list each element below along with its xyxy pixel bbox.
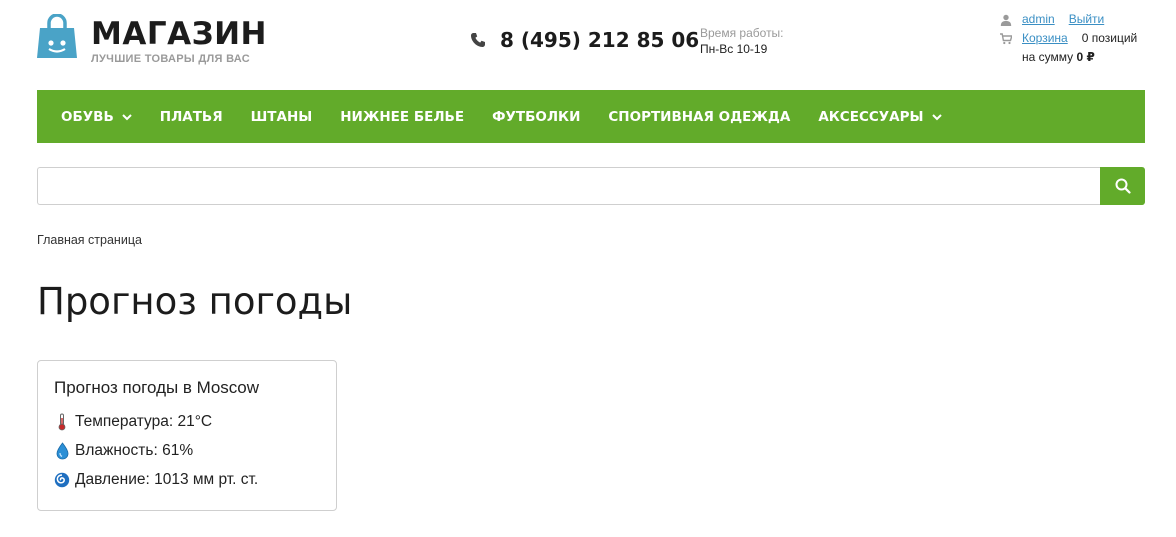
nav-item-shoes[interactable]: ОБУВЬ: [61, 109, 132, 125]
nav-item-label: ФУТБОЛКИ: [492, 108, 581, 125]
weather-pressure: Давление: 1013 мм рт. ст.: [54, 465, 320, 494]
nav-item-label: ОБУВЬ: [61, 108, 114, 125]
cart-icon: [1000, 32, 1012, 44]
user-icon: [1000, 14, 1012, 26]
nav-item-label: НИЖНЕЕ БЕЛЬЕ: [340, 108, 465, 125]
chevron-down-icon: [122, 113, 132, 120]
nav-item-label: ПЛАТЬЯ: [159, 108, 223, 125]
logo-subtitle: ЛУЧШИЕ ТОВАРЫ ДЛЯ ВАС: [91, 53, 250, 65]
phone-icon: [471, 33, 485, 47]
nav-item-label: АКСЕССУАРЫ: [818, 108, 924, 125]
cyclone-icon: [54, 471, 70, 489]
nav-item-accessories[interactable]: АКСЕССУАРЫ: [818, 108, 942, 125]
phone-number[interactable]: 8 (495) 212 85 06: [500, 28, 699, 52]
hours-value: Пн-Вс 10-19: [700, 42, 768, 56]
cart-sum: на сумму 0 ₽: [1022, 48, 1095, 67]
cart-link[interactable]: Корзина: [1022, 29, 1068, 48]
header: МАГАЗИН ЛУЧШИЕ ТОВАРЫ ДЛЯ ВАС 8 (495) 21…: [0, 0, 1176, 80]
search-button[interactable]: [1100, 167, 1145, 205]
weather-card: Прогноз погоды в Moscow Температура: 21°…: [37, 360, 337, 511]
nav-item-pants[interactable]: ШТАНЫ: [251, 109, 313, 125]
page-title: Прогноз погоды: [37, 280, 353, 323]
cart-sum-prefix: на сумму: [1022, 50, 1074, 64]
temperature-text: Температура: 21°C: [75, 412, 213, 430]
phone-block: 8 (495) 212 85 06: [470, 28, 699, 52]
search-input[interactable]: [37, 167, 1100, 205]
user-block: admin Выйти Корзина 0 позиций на сумму 0…: [1000, 10, 1170, 67]
search-icon: [1115, 178, 1131, 194]
pressure-text: Давление: 1013 мм рт. ст.: [75, 470, 259, 488]
logout-link[interactable]: Выйти: [1069, 10, 1105, 29]
nav-item-label: ШТАНЫ: [250, 108, 313, 125]
main-nav: ОБУВЬ ПЛАТЬЯ ШТАНЫ НИЖНЕЕ БЕЛЬЕ ФУТБОЛКИ…: [37, 90, 1145, 143]
breadcrumb-home[interactable]: Главная страница: [37, 233, 142, 247]
nav-item-underwear[interactable]: НИЖНЕЕ БЕЛЬЕ: [340, 109, 464, 125]
weather-temperature: Температура: 21°C: [54, 407, 320, 436]
logo[interactable]: МАГАЗИН ЛУЧШИЕ ТОВАРЫ ДЛЯ ВАС: [37, 14, 267, 65]
username-link[interactable]: admin: [1022, 10, 1055, 29]
working-hours: Время работы: Пн-Вс 10-19: [700, 25, 784, 57]
cart-count: 0 позиций: [1081, 31, 1138, 45]
breadcrumb[interactable]: Главная страница: [37, 233, 142, 247]
chevron-down-icon: [931, 113, 942, 120]
weather-card-title: Прогноз погоды в Moscow: [54, 378, 260, 397]
nav-item-dresses[interactable]: ПЛАТЬЯ: [160, 109, 223, 125]
humidity-text: Влажность: 61%: [75, 441, 194, 459]
logo-title: МАГАЗИН: [91, 16, 267, 52]
hours-label: Время работы:: [700, 26, 784, 40]
weather-humidity: Влажность: 61%: [54, 436, 320, 465]
shopping-bag-icon: [37, 14, 77, 58]
thermometer-icon: [54, 413, 70, 431]
droplet-icon: [54, 441, 70, 460]
nav-item-sportswear[interactable]: СПОРТИВНАЯ ОДЕЖДА: [608, 109, 790, 125]
search-bar: [37, 167, 1145, 205]
nav-item-tshirts[interactable]: ФУТБОЛКИ: [492, 109, 580, 125]
nav-item-label: СПОРТИВНАЯ ОДЕЖДА: [608, 108, 791, 125]
cart-sum-value: 0 ₽: [1076, 50, 1095, 64]
